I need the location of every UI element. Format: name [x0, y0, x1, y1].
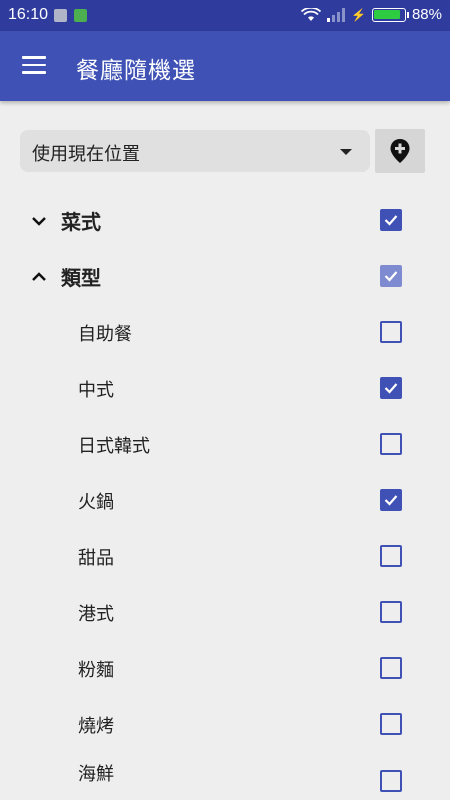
- group-label: 類型: [61, 266, 101, 290]
- item-checkbox[interactable]: [380, 321, 402, 343]
- add-location-button[interactable]: [375, 129, 425, 173]
- gallery-icon: [54, 9, 67, 22]
- battery-percent: 88%: [411, 6, 442, 23]
- item-label: 港式: [78, 604, 114, 625]
- item-checkbox[interactable]: [380, 601, 402, 623]
- location-selected-value: 使用現在位置: [32, 144, 140, 165]
- signal-icon: [327, 7, 346, 22]
- dropdown-arrow-icon: [340, 149, 352, 155]
- item-label: 自助餐: [78, 324, 132, 345]
- add-location-pin-icon: [390, 139, 410, 163]
- item-checkbox[interactable]: [380, 657, 402, 679]
- item-label: 日式韓式: [78, 436, 150, 457]
- group-row-cuisine[interactable]: 菜式: [0, 192, 450, 248]
- item-checkbox[interactable]: [380, 545, 402, 567]
- group-row-type[interactable]: 類型: [0, 248, 450, 304]
- chevron-down-icon[interactable]: [30, 212, 48, 230]
- item-label: 粉麵: [78, 660, 114, 681]
- item-label: 中式: [78, 380, 114, 401]
- location-dropdown[interactable]: 使用現在位置: [20, 130, 370, 172]
- android-icon: [74, 9, 87, 22]
- group-checkbox[interactable]: [380, 265, 402, 287]
- charging-icon: ⚡: [351, 7, 366, 22]
- item-checkbox[interactable]: [380, 433, 402, 455]
- menu-icon[interactable]: [22, 56, 46, 76]
- item-label: 海鮮: [78, 764, 114, 785]
- page-title: 餐廳隨機選: [76, 58, 196, 84]
- group-checkbox[interactable]: [380, 209, 402, 231]
- list-item[interactable]: 港式: [0, 584, 450, 640]
- status-time: 16:10: [8, 6, 49, 23]
- app-bar: 餐廳隨機選: [0, 31, 450, 101]
- group-label: 菜式: [61, 210, 101, 234]
- item-label: 火鍋: [78, 492, 114, 513]
- item-label: 燒烤: [78, 716, 114, 737]
- item-checkbox[interactable]: [380, 770, 402, 792]
- battery-icon: [371, 7, 409, 22]
- item-label: 甜品: [78, 548, 114, 569]
- list-item[interactable]: 粉麵: [0, 640, 450, 696]
- list-item[interactable]: 火鍋: [0, 472, 450, 528]
- status-right: ⚡ 88%: [301, 6, 442, 23]
- item-checkbox[interactable]: [380, 713, 402, 735]
- list-item[interactable]: 海鮮: [0, 744, 450, 800]
- wifi-icon: [301, 7, 322, 21]
- item-checkbox[interactable]: [380, 489, 402, 511]
- item-checkbox[interactable]: [380, 377, 402, 399]
- list-item[interactable]: 中式: [0, 360, 450, 416]
- list-item[interactable]: 日式韓式: [0, 416, 450, 472]
- list-item[interactable]: 自助餐: [0, 304, 450, 360]
- chevron-up-icon[interactable]: [30, 268, 48, 286]
- status-bar: 16:10 ⚡ 88%: [0, 0, 450, 31]
- list-item[interactable]: 甜品: [0, 528, 450, 584]
